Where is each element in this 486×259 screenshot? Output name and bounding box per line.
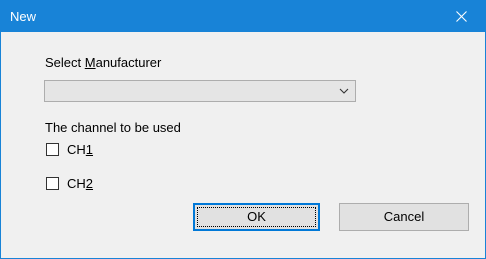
ch1-label-prefix: CH bbox=[67, 142, 86, 157]
manufacturer-label-prefix: Select bbox=[45, 55, 85, 70]
close-icon bbox=[456, 11, 467, 22]
manufacturer-label: Select Manufacturer bbox=[45, 55, 161, 70]
ok-button[interactable]: OK bbox=[193, 203, 320, 231]
window-title: New bbox=[10, 9, 37, 24]
chevron-down-icon bbox=[339, 88, 349, 94]
focus-rectangle bbox=[197, 207, 316, 227]
manufacturer-select[interactable] bbox=[44, 80, 356, 102]
manufacturer-label-suffix: anufacturer bbox=[95, 55, 162, 70]
ch2-label-prefix: CH bbox=[67, 176, 86, 191]
ch1-label-accelerator: 1 bbox=[85, 142, 94, 157]
title-bar[interactable]: New bbox=[1, 1, 485, 32]
ch1-checkbox[interactable] bbox=[46, 143, 59, 156]
ch1-label[interactable]: CH1 bbox=[67, 142, 93, 157]
manufacturer-label-accelerator: M bbox=[84, 55, 96, 70]
close-button[interactable] bbox=[439, 1, 485, 32]
ch2-checkbox[interactable] bbox=[46, 177, 59, 190]
channel-label: The channel to be used bbox=[45, 120, 181, 135]
cancel-button-label: Cancel bbox=[383, 209, 425, 224]
cancel-button[interactable]: Cancel bbox=[339, 203, 469, 231]
ch2-label-accelerator: 2 bbox=[85, 176, 94, 191]
ch2-label[interactable]: CH2 bbox=[67, 176, 93, 191]
new-dialog: New Select Manufacturer The channel to b… bbox=[0, 0, 486, 259]
